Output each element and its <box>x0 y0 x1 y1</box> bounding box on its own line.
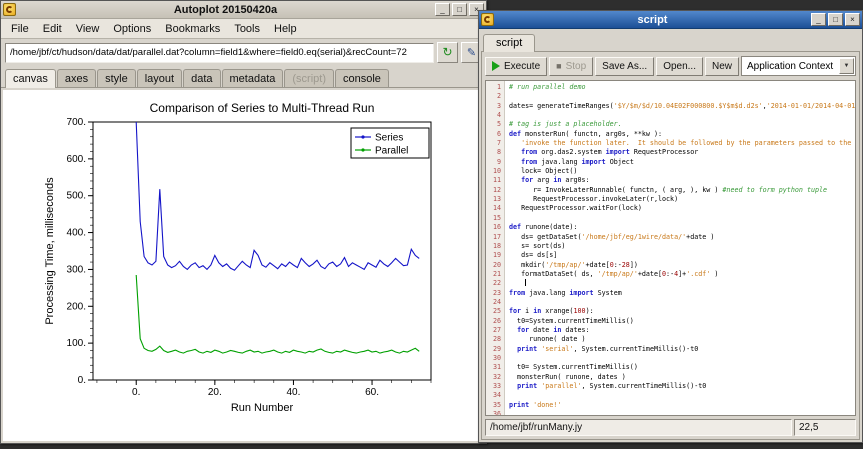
tab-data[interactable]: data <box>183 69 221 87</box>
menu-bookmarks[interactable]: Bookmarks <box>158 21 227 37</box>
svg-text:60.: 60. <box>365 387 379 398</box>
tab-axes[interactable]: axes <box>56 69 97 87</box>
maximize-icon[interactable]: □ <box>828 13 843 26</box>
autoplot-icon <box>481 13 494 26</box>
window-title: script <box>637 13 668 26</box>
code-text[interactable]: # run parallel demo dates= generateTimeRa… <box>505 81 855 415</box>
script-toolbar: Execute ■ Stop Save As... Open... New Ap… <box>482 52 859 80</box>
stop-button: ■ Stop <box>549 56 594 76</box>
new-button[interactable]: New <box>705 56 740 76</box>
autoplot-titlebar[interactable]: Autoplot 20150420a _ □ × <box>1 1 486 19</box>
svg-text:100.: 100. <box>67 338 86 349</box>
svg-text:0.: 0. <box>132 387 140 398</box>
tab-canvas[interactable]: canvas <box>5 69 56 88</box>
svg-text:200.: 200. <box>67 301 86 312</box>
execute-button[interactable]: Execute <box>485 56 548 76</box>
svg-text:400.: 400. <box>67 228 86 239</box>
reload-icon[interactable]: ↻ <box>437 42 458 63</box>
script-status-bar: /home/jbf/runMany.jy 22,5 <box>482 416 859 439</box>
text-caret <box>525 279 527 287</box>
open-button[interactable]: Open... <box>656 56 703 76</box>
maximize-icon[interactable]: □ <box>452 3 467 16</box>
menu-options[interactable]: Options <box>106 21 158 37</box>
tab-script-editor[interactable]: script <box>483 34 536 52</box>
svg-text:600.: 600. <box>67 154 86 165</box>
status-caret-position: 22,5 <box>794 419 856 436</box>
main-tab-bar: canvas axes style layout data metadata (… <box>1 66 486 88</box>
stop-icon: ■ <box>556 60 562 71</box>
uri-input[interactable] <box>5 42 434 63</box>
svg-text:40.: 40. <box>286 387 300 398</box>
application-context-select[interactable]: Application Context ▼ <box>741 56 856 76</box>
svg-text:500.: 500. <box>67 191 86 202</box>
svg-text:0.: 0. <box>78 375 86 386</box>
chevron-down-icon: ▼ <box>839 58 854 74</box>
svg-text:Comparison of Series to Multi-: Comparison of Series to Multi-Thread Run <box>150 101 375 115</box>
code-editor[interactable]: 1 2 3 4 5 6 7 8 9 10 11 12 13 14 15 16 17 18 19 20 21 22 23 24 2… <box>485 80 856 416</box>
tab-console[interactable]: console <box>335 69 389 87</box>
play-icon <box>492 61 500 71</box>
save-as-button[interactable]: Save As... <box>595 56 655 76</box>
menu-help[interactable]: Help <box>267 21 304 37</box>
tab-style[interactable]: style <box>97 69 136 87</box>
minimize-icon[interactable]: _ <box>435 3 450 16</box>
menu-tools[interactable]: Tools <box>227 21 267 37</box>
svg-text:Series: Series <box>375 133 403 144</box>
menu-file[interactable]: File <box>4 21 36 37</box>
minimize-icon[interactable]: _ <box>811 13 826 26</box>
window-title: Autoplot 20150420a <box>173 3 278 16</box>
svg-text:Run Number: Run Number <box>231 402 294 414</box>
plot-canvas[interactable]: Comparison of Series to Multi-Thread Run… <box>3 90 484 441</box>
autoplot-window: Autoplot 20150420a _ □ × File Edit View … <box>0 0 487 444</box>
menu-bar: File Edit View Options Bookmarks Tools H… <box>1 19 486 39</box>
line-number-gutter: 1 2 3 4 5 6 7 8 9 10 11 12 13 14 15 16 17 18 19 20 21 22 23 24 2… <box>486 81 505 415</box>
svg-text:Parallel: Parallel <box>375 146 408 157</box>
svg-text:20.: 20. <box>208 387 222 398</box>
menu-edit[interactable]: Edit <box>36 21 69 37</box>
svg-text:300.: 300. <box>67 264 86 275</box>
tab-layout[interactable]: layout <box>136 69 183 87</box>
status-filename: /home/jbf/runMany.jy <box>485 419 792 436</box>
autoplot-icon <box>3 3 16 16</box>
menu-view[interactable]: View <box>69 21 107 37</box>
line-chart: Comparison of Series to Multi-Thread Run… <box>44 101 432 414</box>
tab-script: (script) <box>284 69 334 87</box>
svg-text:700.: 700. <box>67 117 86 128</box>
script-tab-bar: script <box>481 31 860 52</box>
address-bar: ↻ ✎ <box>1 39 486 66</box>
tab-metadata[interactable]: metadata <box>221 69 284 87</box>
svg-text:Processing Time, milliseconds: Processing Time, milliseconds <box>44 177 56 325</box>
script-titlebar[interactable]: script _ □ × <box>479 11 862 29</box>
script-window: script _ □ × script Execute ■ Stop Save … <box>478 10 863 443</box>
close-icon[interactable]: × <box>845 13 860 26</box>
